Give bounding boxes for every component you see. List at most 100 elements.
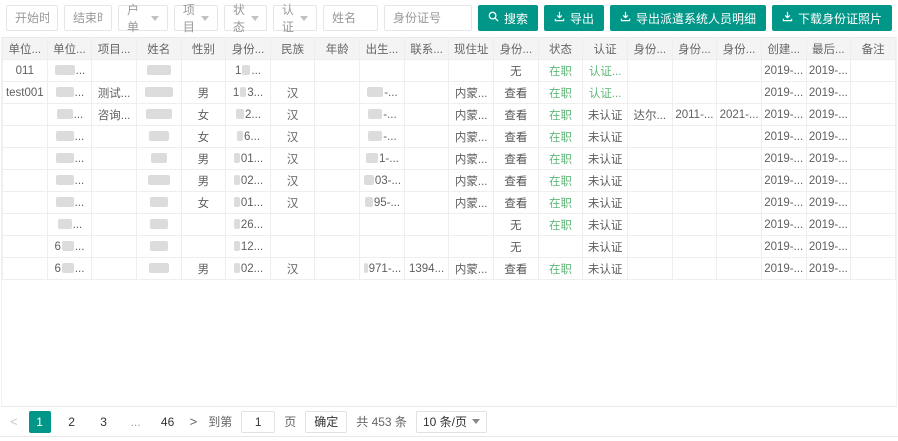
page-button-1[interactable]: 1 [28, 410, 51, 433]
table-cell [403, 213, 450, 236]
name-input[interactable] [322, 5, 378, 31]
cell-text: 2019-... [808, 218, 848, 231]
table-row: ... 女 6... 汉 -... 内蒙... 查看 在职 未认证 2019-... 2019-..… [2, 125, 896, 148]
goto-page-input[interactable] [241, 410, 276, 433]
table-cell [626, 81, 673, 104]
redacted-text [61, 240, 74, 251]
column-header: 民族 [269, 37, 316, 60]
cell-text: ... [74, 174, 85, 187]
download-id-photos-button[interactable]: 下载身份证照片 [771, 5, 892, 31]
table-cell: 达尔... [626, 103, 673, 126]
table-cell [626, 169, 673, 192]
column-header: 身份... [225, 37, 271, 60]
chevron-down-icon [299, 15, 308, 21]
search-button[interactable]: 搜索 [477, 5, 538, 31]
chevron-down-icon [200, 15, 209, 21]
page-button-3[interactable]: 3 [93, 411, 115, 433]
table-cell [716, 213, 762, 236]
project-select[interactable]: 项目 [173, 3, 218, 34]
table-cell [314, 213, 361, 236]
redacted-text [233, 174, 240, 185]
next-page-button[interactable]: > [188, 414, 200, 429]
export-button[interactable]: 导出 [543, 5, 604, 31]
table-cell: 女 [180, 103, 227, 126]
table-cell [135, 235, 182, 258]
customer-unit-select[interactable]: 客户单位 [118, 3, 168, 51]
table-cell [403, 169, 450, 192]
view-link[interactable]: 查看 [504, 154, 527, 166]
page-button-46[interactable]: 46 [157, 411, 179, 433]
end-time-input[interactable] [64, 5, 112, 31]
column-header: 身份... [716, 37, 762, 60]
table-cell [716, 257, 762, 280]
cell-text: 1394... [409, 262, 445, 275]
view-link-cell[interactable]: 查看 [493, 81, 539, 104]
cell-text: 1-... [379, 152, 399, 165]
start-time-input[interactable] [6, 5, 58, 31]
cell-text: 6 [54, 262, 61, 275]
page-ellipsis: ... [130, 414, 141, 429]
cell-text: 男 [197, 175, 210, 188]
cell-text: 认证... [588, 87, 622, 100]
redacted-text [146, 64, 171, 75]
certification-select[interactable]: 认证 [272, 3, 317, 34]
view-link[interactable]: 查看 [504, 132, 527, 144]
download-id-photos-label: 下载身份证照片 [797, 11, 882, 26]
table-cell [671, 213, 718, 236]
view-link[interactable]: 查看 [504, 198, 527, 210]
view-link-cell[interactable]: 查看 [493, 147, 539, 170]
cell-text: 未认证 [587, 131, 623, 144]
table-cell [180, 235, 227, 258]
table-cell: 1... [225, 59, 271, 82]
view-link[interactable]: 查看 [504, 264, 527, 276]
export-dispatch-detail-button[interactable]: 导出派遣系统人员明细 [609, 5, 766, 31]
redacted-text [233, 262, 240, 273]
table-cell: 2019-... [805, 125, 852, 148]
column-header: 联系... [403, 37, 450, 60]
goto-confirm-button[interactable]: 确定 [305, 410, 348, 433]
table-cell [448, 213, 495, 236]
table-cell [314, 191, 361, 214]
cell-text: 2019-... [808, 240, 848, 253]
prev-page-button[interactable]: < [8, 414, 20, 429]
view-link-cell[interactable]: 查看 [493, 191, 539, 214]
cell-text: 在职 [549, 263, 572, 276]
table-cell [716, 169, 762, 192]
table-cell: 未认证 [582, 147, 628, 170]
table-cell: 在职 [537, 125, 584, 148]
view-link[interactable]: 查看 [504, 176, 527, 188]
cell-text: 未认证 [587, 109, 623, 122]
table-cell: ... [46, 59, 93, 82]
redacted-text [237, 130, 244, 141]
table-cell [269, 59, 316, 82]
id-number-input[interactable] [383, 5, 472, 31]
cell-text: 2021-... [719, 108, 759, 121]
goto-page-unit: 页 [284, 415, 297, 429]
status-select[interactable]: 状态 [223, 3, 267, 34]
view-link[interactable]: 查看 [504, 88, 527, 100]
page-button-2[interactable]: 2 [61, 411, 83, 433]
table-cell: -... [359, 81, 405, 104]
cell-text: 无 [510, 241, 522, 254]
view-link-cell[interactable]: 查看 [493, 103, 539, 126]
cell-text: 2019-... [764, 262, 804, 275]
table-cell [91, 59, 137, 82]
table-cell: 2019-... [760, 235, 807, 258]
table-cell: ... [46, 169, 93, 192]
cell-text: 在职 [549, 153, 572, 166]
table-cell [716, 191, 762, 214]
table-cell [403, 103, 450, 126]
cell-text: 汉 [286, 263, 299, 276]
cell-text: 2019-... [808, 130, 848, 143]
view-link-cell[interactable]: 查看 [493, 125, 539, 148]
page-size-select[interactable]: 10 条/页 [415, 410, 487, 433]
redacted-text [54, 64, 75, 75]
table-cell [403, 81, 450, 104]
table-cell: 女 [180, 191, 227, 214]
view-link-cell[interactable]: 查看 [493, 169, 539, 192]
table-cell: 6... [46, 257, 93, 280]
view-link[interactable]: 查看 [504, 110, 527, 122]
table-cell [269, 235, 316, 258]
table-cell [135, 257, 182, 280]
view-link-cell[interactable]: 查看 [493, 257, 539, 280]
